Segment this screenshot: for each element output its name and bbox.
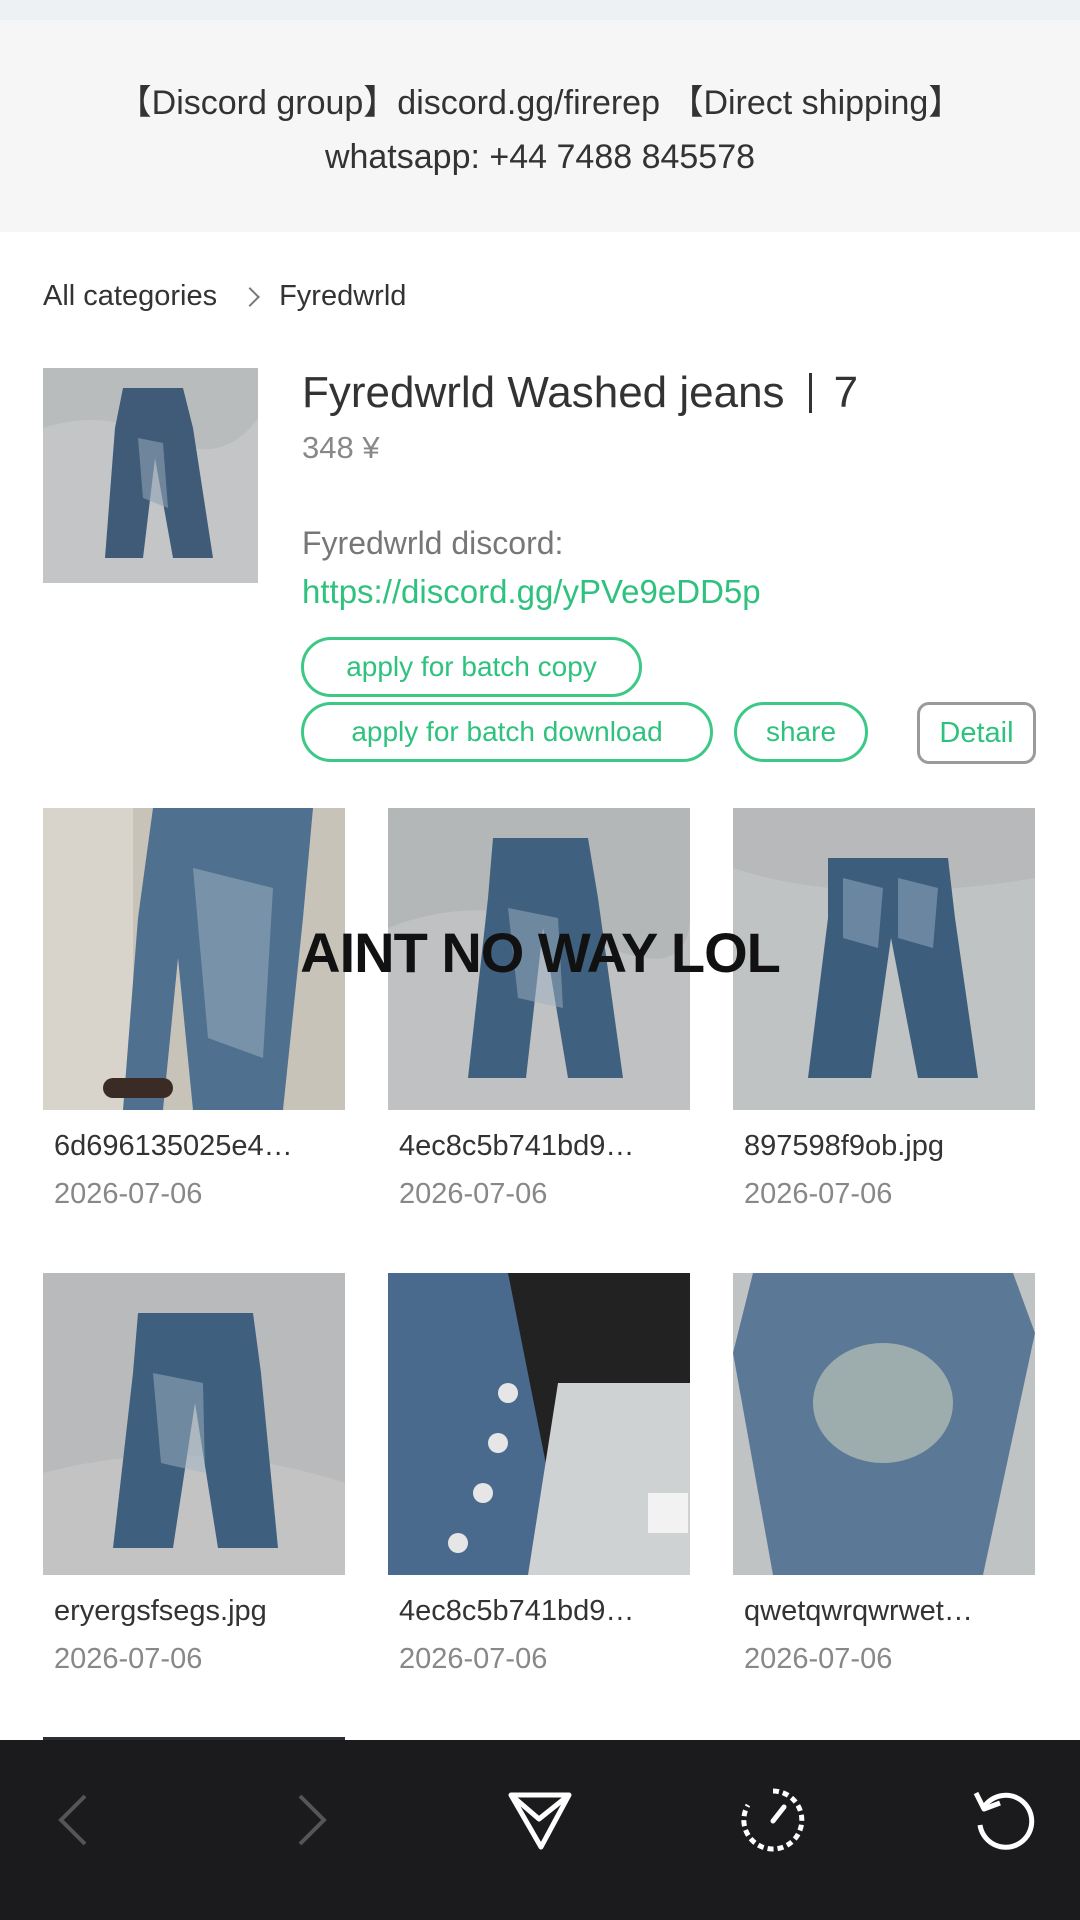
image-filename: 4ec8c5b741bd9… (399, 1130, 635, 1162)
share-button[interactable]: share (734, 702, 868, 762)
forward-arrow-icon[interactable] (270, 1780, 350, 1860)
image-date: 2026-07-06 (399, 1643, 548, 1675)
image-date: 2026-07-06 (744, 1178, 893, 1210)
send-icon[interactable] (500, 1780, 580, 1860)
image-date: 2026-07-06 (54, 1178, 203, 1210)
image-date: 2026-07-06 (744, 1643, 893, 1675)
title-divider (808, 373, 812, 413)
gallery-image-4[interactable] (43, 1273, 345, 1575)
album-description: Fyredwrld discord: (302, 525, 564, 561)
album-count: 7 (833, 368, 859, 417)
image-filename: 897598f9ob.jpg (744, 1130, 944, 1162)
gallery-image-5[interactable] (388, 1273, 690, 1575)
album-cover-image[interactable] (43, 368, 258, 583)
gallery-image-6[interactable] (733, 1273, 1035, 1575)
bottom-navigation-bar (0, 1740, 1080, 1920)
detail-button[interactable]: Detail (917, 702, 1036, 764)
batch-download-button[interactable]: apply for batch download (301, 702, 713, 762)
banner-line-1: 【Discord group】discord.gg/firerep 【Direc… (117, 84, 963, 122)
batch-copy-button[interactable]: apply for batch copy (301, 637, 642, 697)
status-strip (0, 0, 1080, 20)
breadcrumb: All categories Fyredwrld (43, 280, 406, 313)
album-title: Fyredwrld Washed jeans 7 (302, 368, 858, 418)
image-date: 2026-07-06 (399, 1178, 548, 1210)
discord-link[interactable]: https://discord.gg/yPVe9eDD5p (302, 573, 761, 611)
speed-gauge-icon[interactable] (733, 1780, 813, 1860)
album-title-text: Fyredwrld Washed jeans (302, 368, 785, 417)
back-arrow-icon[interactable] (35, 1780, 115, 1860)
image-date: 2026-07-06 (54, 1643, 203, 1675)
reload-icon[interactable] (965, 1780, 1045, 1860)
image-filename: 4ec8c5b741bd9… (399, 1595, 635, 1627)
image-filename: 6d696135025e4… (54, 1130, 293, 1162)
announcement-banner: 【Discord group】discord.gg/firerep 【Direc… (0, 20, 1080, 232)
image-filename: qwetqwrqwrwet… (744, 1595, 973, 1627)
breadcrumb-all-categories[interactable]: All categories (43, 280, 217, 313)
image-filename: eryergsfsegs.jpg (54, 1595, 267, 1627)
breadcrumb-current[interactable]: Fyredwrld (279, 280, 406, 313)
banner-line-2: whatsapp: +44 7488 845578 (324, 138, 756, 176)
chevron-right-icon (240, 286, 260, 307)
album-price: 348 ¥ (302, 430, 380, 465)
overlay-caption: AINT NO WAY LOL (300, 921, 781, 984)
